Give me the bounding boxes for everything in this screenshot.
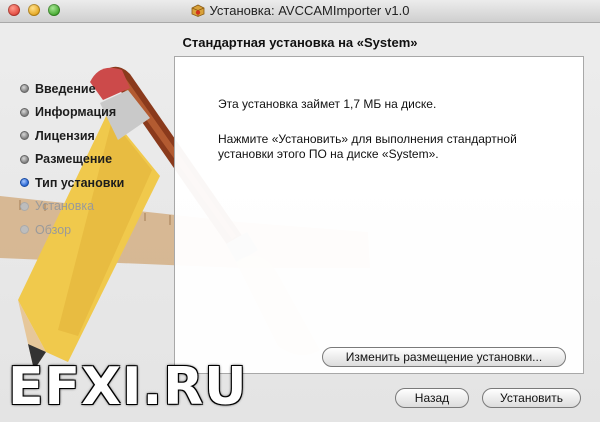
page-subtitle: Стандартная установка на «System» bbox=[182, 35, 418, 50]
installer-steps-list: Введение Информация Лицензия Размещение … bbox=[20, 77, 124, 242]
install-button[interactable]: Установить bbox=[482, 388, 581, 408]
change-install-location-button[interactable]: Изменить размещение установки... bbox=[322, 347, 566, 367]
installer-window: Установка: AVCCAMImporter v1.0 Стандартн… bbox=[0, 0, 600, 422]
step-bullet-icon bbox=[20, 154, 29, 164]
step-introduction: Введение bbox=[20, 77, 124, 101]
step-bullet-icon bbox=[20, 131, 29, 141]
step-summary: Обзор bbox=[20, 218, 124, 242]
step-label: Обзор bbox=[35, 222, 72, 237]
step-label: Установка bbox=[35, 199, 95, 214]
step-read-me: Информация bbox=[20, 101, 124, 125]
installer-box-icon bbox=[191, 4, 205, 20]
watermark-text: EFXI.RU bbox=[8, 357, 248, 417]
step-installation: Установка bbox=[20, 195, 124, 219]
step-bullet-icon bbox=[20, 225, 29, 235]
step-bullet-icon bbox=[20, 201, 29, 211]
step-installation-type: Тип установки bbox=[20, 171, 124, 195]
step-label: Размещение bbox=[35, 152, 113, 167]
step-label: Лицензия bbox=[35, 128, 95, 143]
install-size-text: Эта установка займет 1,7 МБ на диске. bbox=[218, 97, 437, 111]
content-pane: Эта установка займет 1,7 МБ на диске. На… bbox=[174, 56, 584, 374]
step-label: Тип установки bbox=[35, 175, 125, 190]
step-destination: Размещение bbox=[20, 148, 124, 172]
step-label: Информация bbox=[35, 105, 117, 120]
step-label: Введение bbox=[35, 81, 96, 96]
step-bullet-icon bbox=[20, 107, 29, 117]
step-bullet-icon bbox=[20, 84, 29, 94]
back-button[interactable]: Назад bbox=[395, 388, 469, 408]
title-bar: Установка: AVCCAMImporter v1.0 bbox=[0, 0, 600, 23]
step-license: Лицензия bbox=[20, 124, 124, 148]
install-instructions-text: Нажмите «Установить» для выполнения стан… bbox=[218, 132, 517, 161]
window-title-group: Установка: AVCCAMImporter v1.0 bbox=[0, 3, 600, 20]
step-current-bullet-icon bbox=[20, 178, 29, 188]
window-title: Установка: AVCCAMImporter v1.0 bbox=[209, 3, 410, 18]
